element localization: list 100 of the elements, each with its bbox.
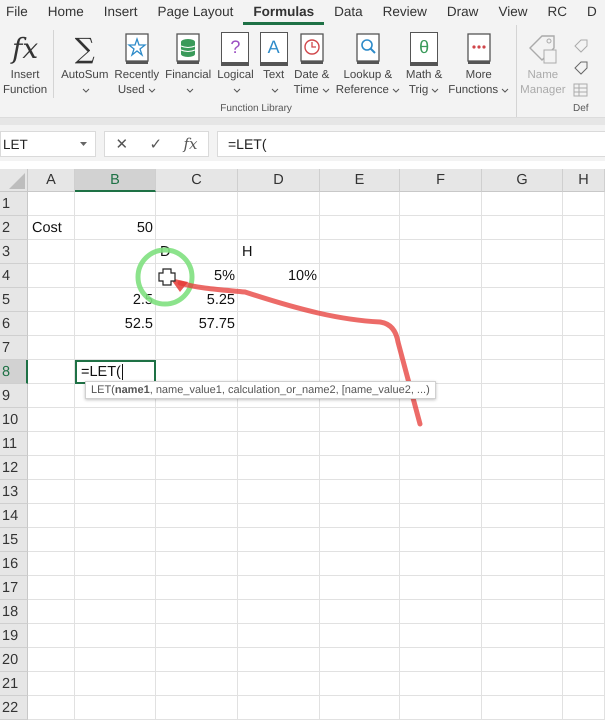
table-cell: Cost bbox=[28, 216, 75, 240]
empty-cell bbox=[563, 312, 605, 336]
table-cell: H bbox=[238, 240, 320, 264]
empty-cell bbox=[563, 672, 605, 696]
row-header[interactable]: 22 bbox=[0, 696, 28, 720]
move-cursor-icon bbox=[158, 268, 176, 286]
table-cell: D bbox=[156, 240, 238, 264]
table-icon bbox=[572, 82, 589, 98]
column-header[interactable]: H bbox=[563, 169, 605, 192]
empty-cell bbox=[563, 264, 605, 288]
empty-cell bbox=[563, 648, 605, 672]
formula-input[interactable]: =LET( bbox=[217, 131, 605, 158]
column-header[interactable]: G bbox=[482, 169, 563, 192]
cancel-button[interactable]: ✕ bbox=[115, 135, 128, 154]
row-header[interactable]: 13 bbox=[0, 480, 28, 504]
empty-cell bbox=[563, 576, 605, 600]
group-label: Def bbox=[572, 102, 589, 116]
dropdown-icon bbox=[80, 142, 87, 146]
sigma-icon: ∑ bbox=[74, 33, 95, 65]
book-icon: θ bbox=[410, 32, 438, 66]
ribbon-button[interactable]: A Text bbox=[256, 30, 291, 98]
row-header[interactable]: 19 bbox=[0, 624, 28, 648]
row-header[interactable]: 4 bbox=[0, 264, 28, 288]
ribbon-tab[interactable]: Page Layout bbox=[148, 0, 244, 25]
empty-cell bbox=[563, 408, 605, 432]
ribbon-tab[interactable]: Insert bbox=[94, 0, 148, 25]
ribbon-button[interactable]: ? Logical bbox=[214, 30, 257, 98]
table-cell: 57.75 bbox=[156, 312, 238, 336]
empty-cell bbox=[563, 696, 605, 720]
function-icon: fx bbox=[12, 33, 38, 65]
empty-cell bbox=[563, 384, 605, 408]
row-header[interactable]: 3 bbox=[0, 240, 28, 264]
ribbon-tab[interactable]: Home bbox=[38, 0, 94, 25]
book-icon: A bbox=[260, 32, 288, 66]
ribbon-tab[interactable]: D bbox=[576, 0, 605, 25]
column-header[interactable]: E bbox=[320, 169, 400, 192]
ribbon-tab[interactable]: Review bbox=[372, 0, 437, 25]
ribbon-button[interactable]: More Functions bbox=[445, 30, 512, 98]
ribbon-button[interactable]: Lookup & Reference bbox=[332, 30, 403, 98]
empty-cell bbox=[563, 336, 605, 360]
ribbon-tab[interactable]: RC bbox=[537, 0, 577, 25]
ribbon-button[interactable]: Financial bbox=[162, 30, 214, 98]
column-header[interactable]: C bbox=[156, 169, 238, 192]
table-cell: 2.5 bbox=[75, 288, 156, 312]
row-header[interactable]: 21 bbox=[0, 672, 28, 696]
ribbon-button[interactable]: ∑ AutoSum bbox=[58, 30, 112, 98]
row-header[interactable]: 1 bbox=[0, 192, 28, 216]
row-header[interactable]: 10 bbox=[0, 408, 28, 432]
column-header[interactable]: B bbox=[75, 169, 156, 192]
ribbon-button[interactable]: fx Insert Function bbox=[0, 30, 54, 98]
column-header[interactable]: A bbox=[28, 169, 75, 192]
insert-function-button[interactable]: fx bbox=[183, 135, 198, 154]
ribbon-button[interactable]: θ Math & Trig bbox=[402, 30, 446, 98]
empty-cell bbox=[563, 360, 605, 384]
row-header[interactable]: 8 bbox=[0, 360, 28, 384]
empty-cell bbox=[563, 240, 605, 264]
column-header[interactable]: F bbox=[400, 169, 482, 192]
tag-icon bbox=[572, 38, 589, 54]
tag-icon bbox=[572, 60, 589, 76]
empty-cell bbox=[563, 456, 605, 480]
empty-cell bbox=[563, 504, 605, 528]
book-icon: ? bbox=[221, 32, 250, 66]
ribbon-button[interactable]: Date & Time bbox=[290, 30, 333, 98]
row-header[interactable]: 12 bbox=[0, 456, 28, 480]
row-header[interactable]: 7 bbox=[0, 336, 28, 360]
ribbon-tab[interactable]: View bbox=[488, 0, 538, 25]
column-header[interactable]: D bbox=[238, 169, 320, 192]
row-header[interactable]: 6 bbox=[0, 312, 28, 336]
table-cell: 52.5 bbox=[75, 312, 156, 336]
ribbon-tab[interactable]: Draw bbox=[436, 0, 488, 25]
row-header[interactable]: 16 bbox=[0, 552, 28, 576]
group-label: Function Library bbox=[219, 102, 293, 116]
table-cell: 50 bbox=[75, 216, 156, 240]
row-header[interactable]: 9 bbox=[0, 384, 28, 408]
row-header[interactable]: 15 bbox=[0, 528, 28, 552]
clock-book-icon bbox=[298, 32, 326, 66]
dots-book-icon bbox=[464, 32, 493, 66]
empty-cell bbox=[563, 552, 605, 576]
ribbon-button[interactable]: Recently Used bbox=[111, 30, 162, 98]
ribbon-tab[interactable]: Data bbox=[324, 0, 373, 25]
row-header[interactable]: 14 bbox=[0, 504, 28, 528]
empty-cell bbox=[563, 216, 605, 240]
empty-cell bbox=[563, 600, 605, 624]
row-header[interactable]: 2 bbox=[0, 216, 28, 240]
row-header[interactable]: 18 bbox=[0, 600, 28, 624]
name-box[interactable]: LET bbox=[0, 131, 96, 158]
enter-button[interactable]: ✓ bbox=[149, 135, 162, 154]
empty-cell bbox=[563, 528, 605, 552]
select-all-corner[interactable] bbox=[0, 169, 28, 192]
row-header[interactable]: 5 bbox=[0, 288, 28, 312]
star-book-icon bbox=[122, 32, 151, 66]
row-header[interactable]: 20 bbox=[0, 648, 28, 672]
empty-cell bbox=[563, 432, 605, 456]
ribbon-tab[interactable]: File bbox=[0, 0, 38, 25]
row-header[interactable]: 17 bbox=[0, 576, 28, 600]
database-book-icon bbox=[174, 32, 202, 66]
table-cell: 10% bbox=[238, 264, 320, 288]
search-book-icon bbox=[354, 32, 382, 66]
row-header[interactable]: 11 bbox=[0, 432, 28, 456]
empty-cell bbox=[563, 192, 605, 216]
